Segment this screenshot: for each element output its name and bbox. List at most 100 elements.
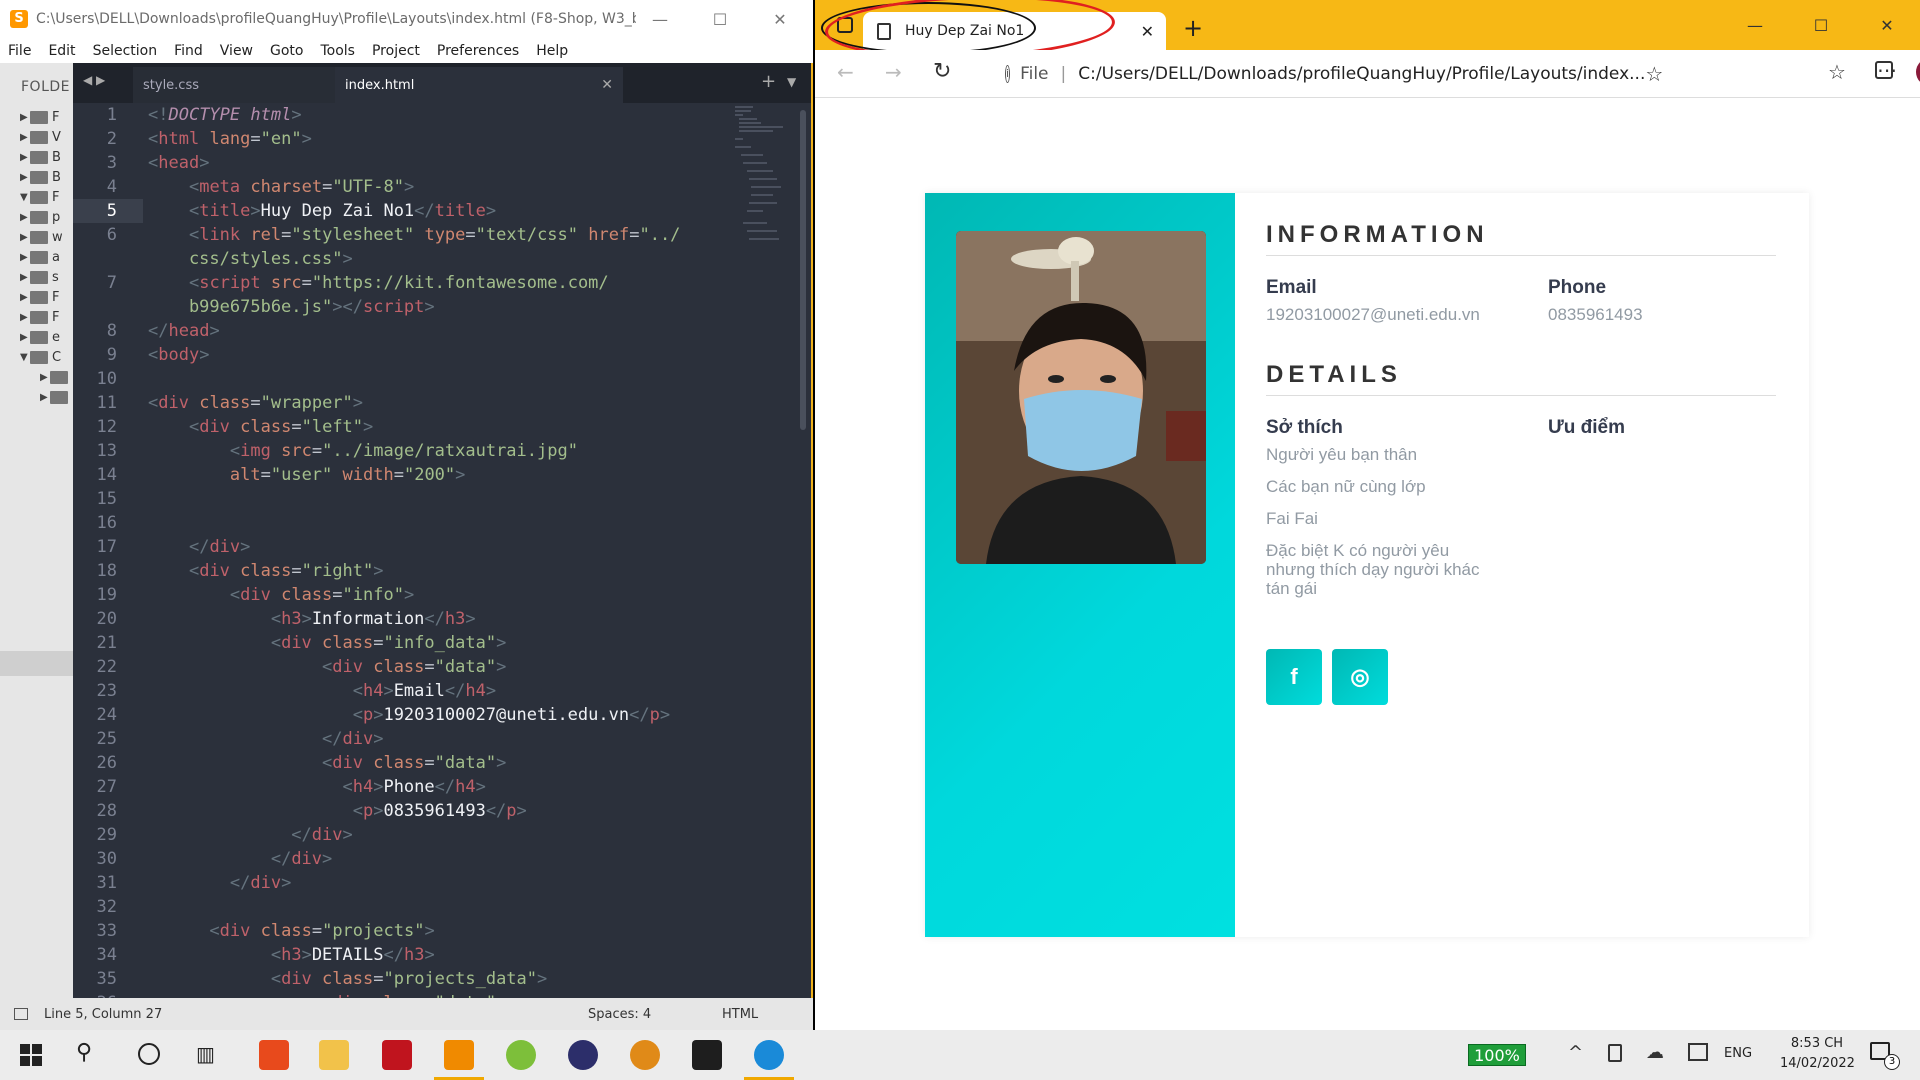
expand-arrow-icon[interactable]: ▶	[40, 392, 50, 403]
menu-find[interactable]: Find	[174, 43, 203, 59]
profile-card: INFORMATION Email 19203100027@uneti.edu.…	[925, 193, 1809, 937]
expand-arrow-icon[interactable]: ▶	[20, 332, 30, 343]
windows-start-icon[interactable]	[20, 1044, 42, 1066]
folder-icon	[50, 391, 68, 404]
code-editor[interactable]: <!DOCTYPE html> <html lang="en"> <head> …	[148, 103, 788, 998]
expand-arrow-icon[interactable]: ▶	[40, 372, 50, 383]
info-icon[interactable]: i	[1005, 65, 1011, 83]
menu-goto[interactable]: Goto	[270, 43, 303, 59]
sublime-title-bar: S C:\Users\DELL\Downloads\profileQuangHu…	[0, 0, 813, 38]
menu-tools[interactable]: Tools	[320, 43, 355, 59]
expand-arrow-icon[interactable]: ▶	[20, 312, 30, 323]
tab-menu-icon[interactable]: ▼	[787, 75, 796, 89]
office-icon[interactable]	[259, 1040, 289, 1070]
facebook-button[interactable]: f	[1266, 649, 1322, 705]
email-label: Email	[1266, 277, 1317, 298]
line-number: 18	[96, 561, 117, 581]
onedrive-icon[interactable]: ☁	[1646, 1042, 1664, 1063]
panel-toggle-icon[interactable]	[14, 1008, 28, 1020]
more-options-icon[interactable]: ⋯	[1877, 58, 1899, 82]
app-4-icon[interactable]	[692, 1040, 722, 1070]
status-bar: Line 5, Column 27 Spaces: 4 HTML	[0, 998, 813, 1030]
new-tab-icon[interactable]: +	[1183, 14, 1203, 42]
expand-arrow-icon[interactable]: ▶	[20, 172, 30, 183]
syntax-setting[interactable]: HTML	[722, 1007, 758, 1022]
instagram-button[interactable]: ◎	[1332, 649, 1388, 705]
expand-arrow-icon[interactable]: ▶	[20, 112, 30, 123]
code-minimap[interactable]	[733, 103, 793, 283]
expand-arrow-icon[interactable]: ▶	[20, 292, 30, 303]
expand-arrow-icon[interactable]: ▶	[20, 212, 30, 223]
close-icon[interactable]: ✕	[750, 0, 810, 38]
menu-help[interactable]: Help	[536, 43, 568, 59]
maximize-icon[interactable]: ☐	[1788, 0, 1854, 50]
forward-icon[interactable]: →	[885, 60, 902, 84]
hobby-item: Người yêu bạn thân	[1266, 445, 1418, 464]
address-bar[interactable]: i File | C:/Users/DELL/Downloads/profile…	[997, 56, 1663, 92]
expand-arrow-icon[interactable]: ▶	[20, 132, 30, 143]
profile-avatar[interactable]	[1916, 58, 1920, 86]
sidebar-header: FOLDE	[21, 79, 70, 95]
folder-icon	[30, 171, 48, 184]
chevron-up-icon[interactable]: ^	[1568, 1042, 1583, 1063]
menu-preferences[interactable]: Preferences	[437, 43, 519, 59]
sidebar-folder-item[interactable]: ▶	[40, 385, 72, 410]
line-number: 15	[96, 489, 117, 509]
line-number: 23	[96, 681, 117, 701]
coccoc-icon[interactable]	[506, 1040, 536, 1070]
menu-file[interactable]: File	[8, 43, 31, 59]
expand-arrow-icon[interactable]: ▶	[20, 252, 30, 263]
tab-label: style.css	[143, 77, 199, 93]
tab-index-html[interactable]: index.html ✕	[335, 67, 623, 103]
close-icon[interactable]: ✕	[1854, 0, 1920, 50]
back-icon[interactable]: ←	[837, 60, 854, 84]
maximize-icon[interactable]: ☐	[690, 0, 750, 38]
task-view-icon[interactable]: ▥	[196, 1042, 215, 1066]
editor-scrollbar[interactable]	[800, 110, 806, 430]
line-number: 13	[96, 441, 117, 461]
expand-arrow-icon[interactable]: ▶	[20, 152, 30, 163]
expand-arrow-icon[interactable]: ▶	[20, 272, 30, 283]
menu-view[interactable]: View	[220, 43, 253, 59]
basketball-app-icon[interactable]	[630, 1040, 660, 1070]
search-icon[interactable]: ⚲	[76, 1040, 92, 1065]
line-number: 24	[96, 705, 117, 725]
user-photo	[956, 231, 1206, 564]
add-favorite-icon[interactable]: ☆	[1645, 62, 1663, 86]
menu-edit[interactable]: Edit	[48, 43, 75, 59]
folder-icon	[30, 151, 48, 164]
tab-nav-arrows-icon[interactable]: ◀ ▶	[83, 73, 105, 87]
menu-project[interactable]: Project	[372, 43, 420, 59]
folder-icon	[30, 271, 48, 284]
battery-indicator[interactable]: 100%	[1468, 1044, 1526, 1066]
favorites-icon[interactable]: ☆	[1828, 60, 1846, 84]
clock-date[interactable]: 14/02/2022	[1780, 1056, 1855, 1071]
language-indicator[interactable]: ENG	[1724, 1046, 1752, 1061]
garena-icon[interactable]	[382, 1040, 412, 1070]
folder-icon	[30, 311, 48, 324]
file-explorer-icon[interactable]	[319, 1040, 349, 1070]
new-tab-icon[interactable]: +	[761, 71, 776, 92]
network-icon[interactable]	[1688, 1043, 1708, 1061]
cortana-icon[interactable]	[138, 1043, 160, 1065]
indent-setting[interactable]: Spaces: 4	[588, 1007, 651, 1022]
expand-arrow-icon[interactable]: ▼	[20, 192, 30, 203]
folder-icon	[30, 351, 48, 364]
expand-arrow-icon[interactable]: ▼	[20, 352, 30, 363]
menu-selection[interactable]: Selection	[93, 43, 158, 59]
close-tab-icon[interactable]: ✕	[601, 77, 613, 93]
clock-time[interactable]: 8:53 CH	[1780, 1036, 1854, 1051]
minimize-icon[interactable]: —	[1722, 0, 1788, 50]
close-tab-icon[interactable]: ✕	[1141, 22, 1154, 41]
eclipse-icon[interactable]	[568, 1040, 598, 1070]
edge-icon[interactable]	[754, 1040, 784, 1070]
refresh-icon[interactable]: ↻	[933, 59, 951, 84]
sublime-window: S C:\Users\DELL\Downloads\profileQuangHu…	[0, 0, 813, 1030]
minimize-icon[interactable]: —	[630, 0, 690, 38]
notification-count: 3	[1884, 1054, 1900, 1070]
hobby-item: Fai Fai	[1266, 509, 1318, 528]
device-icon[interactable]	[1608, 1044, 1622, 1062]
cursor-position: Line 5, Column 27	[44, 1006, 163, 1022]
expand-arrow-icon[interactable]: ▶	[20, 232, 30, 243]
sublime-text-icon[interactable]	[444, 1040, 474, 1070]
